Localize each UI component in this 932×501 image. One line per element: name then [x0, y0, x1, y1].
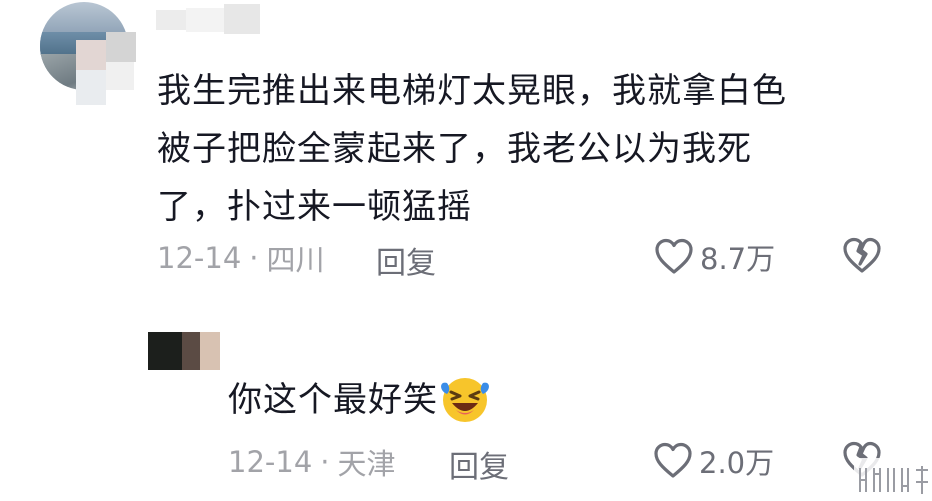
- comment-date: 12-14: [157, 241, 242, 275]
- rolling-laughing-emoji: [441, 378, 489, 422]
- reply-text-row: 你这个最好笑: [228, 375, 490, 425]
- meta-separator: ·: [320, 445, 330, 479]
- broken-heart-icon: [843, 237, 881, 273]
- comment-text: 你这个最好笑: [228, 380, 438, 420]
- like-count: 8.7万: [700, 242, 776, 276]
- heart-icon: [654, 442, 692, 478]
- heart-icon: [655, 238, 693, 274]
- reply-button[interactable]: 回复: [376, 238, 436, 282]
- comment-location: 四川: [266, 243, 325, 277]
- meta-separator: ·: [249, 241, 259, 275]
- comment-date: 12-14: [228, 445, 313, 479]
- comment-location: 天津: [337, 447, 396, 481]
- like-button[interactable]: 2.0万: [653, 440, 774, 482]
- comment-meta: 12-14 · 四川: [157, 238, 325, 278]
- comment-meta: 12-14 · 天津: [228, 442, 396, 482]
- watermark-logo: [854, 458, 932, 501]
- like-button[interactable]: 8.7万: [654, 236, 775, 278]
- like-count: 2.0万: [699, 446, 775, 480]
- reply-button[interactable]: 回复: [449, 442, 509, 486]
- avatar[interactable]: [148, 332, 220, 370]
- dislike-button[interactable]: [842, 236, 882, 280]
- comment-text: 我生完推出来电梯灯太晃眼，我就拿白色 被子把脸全蒙起来了，我老公以为我死 了，扑…: [157, 71, 787, 227]
